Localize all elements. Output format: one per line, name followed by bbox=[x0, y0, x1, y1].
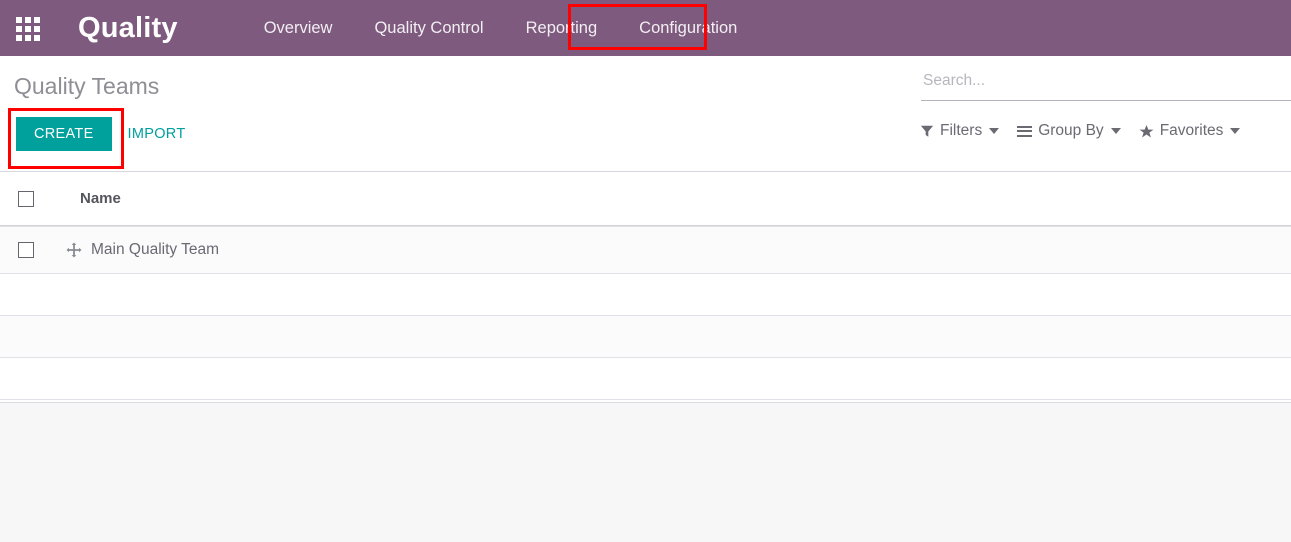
menu-item-quality-control[interactable]: Quality Control bbox=[360, 13, 497, 44]
menu-item-reporting[interactable]: Reporting bbox=[512, 13, 612, 44]
menu-item-configuration[interactable]: Configuration bbox=[625, 13, 751, 44]
list-empty-row bbox=[0, 316, 1291, 358]
column-header-name[interactable]: Name bbox=[62, 190, 121, 207]
list-empty-row bbox=[0, 358, 1291, 400]
move-arrows-icon[interactable] bbox=[62, 242, 86, 258]
favorites-dropdown[interactable]: Favorites bbox=[1139, 122, 1241, 140]
hamburger-icon bbox=[1017, 123, 1033, 139]
list-view: Name Main Quality Team bbox=[0, 172, 1291, 400]
control-panel: Quality Teams CREATE IMPORT Filters Grou… bbox=[0, 56, 1291, 172]
app-brand-title: Quality bbox=[78, 11, 178, 44]
apps-grid-cell bbox=[16, 35, 22, 41]
list-header-row: Name bbox=[0, 172, 1291, 226]
star-icon bbox=[1139, 124, 1154, 139]
search-bar[interactable] bbox=[921, 70, 1291, 101]
apps-grid-icon[interactable] bbox=[16, 17, 42, 41]
group-by-dropdown[interactable]: Group By bbox=[1017, 122, 1121, 140]
chevron-down-icon bbox=[1110, 128, 1121, 134]
apps-grid-cell bbox=[16, 26, 22, 32]
create-button[interactable]: CREATE bbox=[16, 117, 112, 151]
page-title: Quality Teams bbox=[14, 73, 160, 99]
row-select-cell bbox=[0, 242, 62, 258]
group-by-label: Group By bbox=[1038, 122, 1104, 139]
apps-grid-cell bbox=[25, 35, 31, 41]
cell-name: Main Quality Team bbox=[91, 241, 220, 258]
select-all-checkbox[interactable] bbox=[18, 190, 34, 207]
table-row[interactable]: Main Quality Team bbox=[0, 226, 1291, 274]
main-menu: Overview Quality Control Reporting Confi… bbox=[250, 0, 752, 56]
filters-dropdown[interactable]: Filters bbox=[920, 122, 1000, 140]
search-input[interactable] bbox=[921, 70, 1291, 96]
top-navbar: Quality Overview Quality Control Reporti… bbox=[0, 0, 1291, 56]
favorites-label: Favorites bbox=[1159, 122, 1224, 139]
list-footer-area bbox=[0, 402, 1291, 542]
apps-grid-cell bbox=[25, 17, 31, 23]
list-empty-row bbox=[0, 274, 1291, 316]
apps-grid-cell bbox=[16, 17, 22, 23]
chevron-down-icon bbox=[989, 128, 1000, 134]
menu-item-overview[interactable]: Overview bbox=[250, 13, 347, 44]
chevron-down-icon bbox=[1230, 128, 1241, 134]
apps-grid-cell bbox=[34, 26, 40, 32]
action-buttons: CREATE IMPORT bbox=[14, 117, 185, 151]
funnel-icon bbox=[920, 124, 934, 138]
apps-grid-cell bbox=[34, 35, 40, 41]
filters-label: Filters bbox=[940, 122, 983, 139]
select-all-cell bbox=[0, 190, 62, 207]
apps-grid-cell bbox=[25, 26, 31, 32]
row-checkbox[interactable] bbox=[18, 242, 34, 258]
import-link[interactable]: IMPORT bbox=[128, 126, 186, 142]
apps-grid-cell bbox=[34, 17, 40, 23]
search-options-bar: Filters Group By Favorites bbox=[920, 119, 1258, 143]
